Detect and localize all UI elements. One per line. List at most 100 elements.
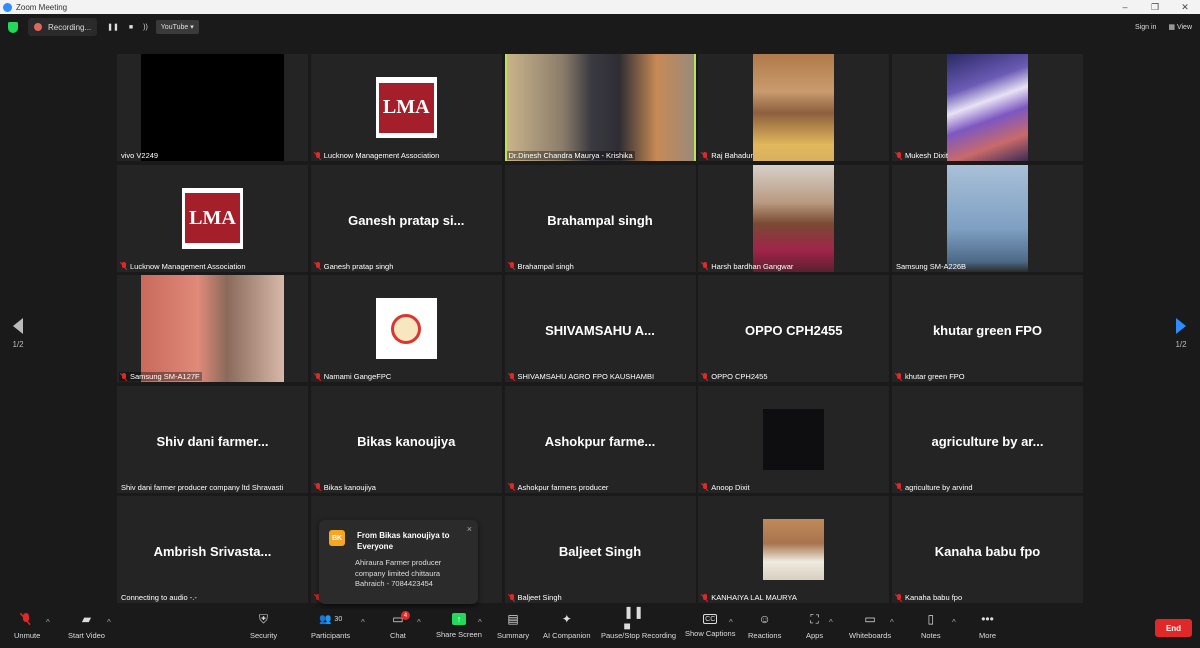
end-meeting-button[interactable]: End — [1155, 619, 1192, 637]
reactions-button[interactable]: ☺ Reactions — [748, 612, 781, 640]
participant-tile[interactable]: Mukesh Dixit — [892, 54, 1083, 161]
participant-tile[interactable]: Brahampal singh Brahampal singh — [504, 164, 696, 272]
participant-tile[interactable]: KANHAIYA LAL MAURYA — [698, 496, 890, 603]
participant-display-name: Brahampal singh — [547, 212, 653, 228]
share-options-caret[interactable]: ^ — [478, 618, 482, 627]
ai-companion-button[interactable]: ✦ AI Companion — [543, 612, 591, 640]
minimize-button[interactable]: – — [1110, 0, 1140, 14]
close-icon[interactable]: × — [467, 524, 472, 534]
audio-options-caret[interactable]: ^ — [46, 618, 50, 627]
participant-name: Mukesh Dixit — [905, 151, 948, 160]
security-shield-icon[interactable] — [8, 21, 18, 33]
participants-icon: 👥 30 — [318, 613, 343, 625]
ai-companion-label: AI Companion — [543, 631, 591, 640]
participant-tile[interactable]: Ganesh pratap si... Ganesh pratap singh — [310, 164, 502, 272]
notes-button[interactable]: ▯ Notes — [921, 612, 941, 640]
camera-off-icon: ▰ — [81, 612, 92, 626]
participant-name: Harsh bardhan Gangwar — [711, 261, 794, 271]
chat-message: Ahiraura Farmer producer company limited… — [355, 558, 442, 588]
summary-label: Summary — [497, 631, 530, 640]
share-screen-button[interactable]: ↑ Share Screen — [436, 612, 482, 639]
start-video-button[interactable]: ▰ Start Video — [68, 612, 105, 640]
participant-tile[interactable]: Anoop Dixit — [698, 385, 890, 493]
show-captions-button[interactable]: CC Show Captions — [685, 612, 735, 638]
participants-button[interactable]: 👥 30 Participants — [311, 612, 351, 641]
participant-tile[interactable]: Raj Bahadur — [698, 54, 890, 161]
more-button[interactable]: ••• More — [979, 612, 996, 640]
chat-button[interactable]: ▭ 4 Chat — [390, 611, 410, 640]
shield-icon: ⛨ — [259, 611, 269, 626]
participant-tile[interactable]: Ambrish Srivasta... Connecting to audio … — [117, 496, 308, 603]
lma-logo: LMA — [182, 187, 243, 249]
youtube-stream-dropdown[interactable]: YouTube ▾ — [155, 20, 199, 34]
notes-icon: ▯ — [927, 612, 935, 626]
chevron-right-icon[interactable] — [1176, 318, 1186, 334]
mic-muted-icon — [702, 262, 708, 270]
recording-dot-icon — [34, 23, 42, 31]
participant-display-name: Kanaha babu fpo — [934, 544, 1041, 559]
chat-label: Chat — [390, 631, 406, 640]
participant-tile[interactable]: OPPO CPH2455 OPPO CPH2455 — [698, 275, 890, 382]
participant-name: Lucknow Management Association — [130, 261, 246, 271]
apps-options-caret[interactable]: ^ — [829, 618, 833, 627]
pause-recording-icon[interactable]: ❚❚ — [107, 23, 119, 31]
participant-label: Lucknow Management Association — [313, 151, 442, 160]
mic-muted-icon — [509, 483, 515, 491]
participants-options-caret[interactable]: ^ — [361, 618, 365, 627]
participant-name: Ashokpur farmers producer — [517, 482, 609, 492]
participants-count: 30 — [334, 615, 343, 623]
next-page-control[interactable]: 1/2 — [1171, 318, 1191, 349]
participant-tile[interactable]: Baljeet Singh Baljeet Singh — [504, 496, 696, 603]
restore-button[interactable]: ❐ — [1140, 0, 1170, 14]
start-video-label: Start Video — [68, 631, 105, 640]
live-stream-icon[interactable]: )) — [143, 24, 148, 31]
participant-tile[interactable]: Bikas kanoujiya Bikas kanoujiya — [310, 385, 502, 493]
zoom-logo-icon — [3, 2, 12, 12]
prev-page-control[interactable]: 1/2 — [8, 318, 28, 349]
participant-display-name: Ambrish Srivasta... — [153, 544, 272, 559]
apps-button[interactable]: ⛶ Apps — [806, 612, 823, 641]
meeting-toolbar: Unmute ^ ▰ Start Video ^ ⛨ Security 👥 30 … — [0, 605, 1200, 648]
chat-options-caret[interactable]: ^ — [417, 618, 421, 627]
participant-tile[interactable]: LMA Lucknow Management Association — [117, 164, 308, 272]
participant-display-name: Bikas kanoujiya — [357, 433, 456, 449]
captions-options-caret[interactable]: ^ — [729, 618, 733, 627]
participant-tile[interactable]: SHIVAMSAHU A... SHIVAMSAHU AGRO FPO KAUS… — [504, 275, 696, 382]
close-window-button[interactable]: ✕ — [1170, 0, 1200, 14]
participant-name: Samsung SM-A127F — [130, 372, 200, 381]
chevron-left-icon[interactable] — [13, 318, 23, 334]
video-feed — [763, 408, 825, 470]
participant-label: vivo V2249 — [119, 151, 160, 160]
namami-logo — [375, 298, 437, 359]
participant-tile[interactable]: Shiv dani farmer... Shiv dani farmer pro… — [117, 385, 308, 493]
participant-name: Bikas kanoujiya — [323, 482, 376, 492]
video-options-caret[interactable]: ^ — [107, 618, 111, 627]
summary-button[interactable]: ▤ Summary — [497, 612, 529, 640]
participant-tile[interactable]: Samsung SM-A127F — [117, 275, 308, 382]
notes-options-caret[interactable]: ^ — [952, 618, 956, 627]
chat-notification[interactable]: BK From Bikas kanoujiya to Everyone Ahir… — [319, 520, 478, 604]
security-button[interactable]: ⛨ Security — [250, 611, 277, 641]
sign-in-link[interactable]: Sign in — [1135, 24, 1156, 31]
more-dots-icon: ••• — [981, 612, 994, 626]
unmute-button[interactable]: Unmute — [14, 612, 40, 640]
participant-tile[interactable]: khutar green FPO khutar green FPO — [892, 275, 1083, 382]
stop-recording-icon[interactable]: ■ — [129, 24, 133, 31]
participant-tile[interactable]: Samsung SM-A226B — [892, 164, 1083, 272]
more-label: More — [979, 631, 997, 640]
participant-tile[interactable]: Harsh bardhan Gangwar — [698, 164, 890, 272]
active-speaker-tile[interactable]: Dr.Dinesh Chandra Maurya - Krishika — [504, 54, 696, 161]
namami-logo-emblem — [391, 313, 422, 344]
pause-stop-recording-button[interactable]: ❚❚ ■ Pause/Stop Recording — [601, 605, 676, 640]
participant-label: SHIVAMSAHU AGRO FPO KAUSHAMBI — [507, 372, 657, 381]
whiteboards-options-caret[interactable]: ^ — [890, 618, 894, 627]
participant-tile[interactable]: vivo V2249 — [117, 54, 308, 161]
participants-label: Participants — [311, 631, 351, 640]
participant-tile[interactable]: LMA Lucknow Management Association — [310, 54, 502, 161]
participant-tile[interactable]: agriculture by ar... agriculture by arvi… — [892, 385, 1083, 493]
whiteboards-button[interactable]: ▭ Whiteboards — [849, 612, 891, 640]
participant-tile[interactable]: Kanaha babu fpo Kanaha babu fpo — [892, 496, 1083, 603]
participant-tile[interactable]: Namami GangeFPC — [310, 275, 502, 382]
participant-tile[interactable]: Ashokpur farme... Ashokpur farmers produ… — [504, 385, 696, 493]
view-menu-button[interactable]: ▦ View — [1168, 23, 1192, 31]
